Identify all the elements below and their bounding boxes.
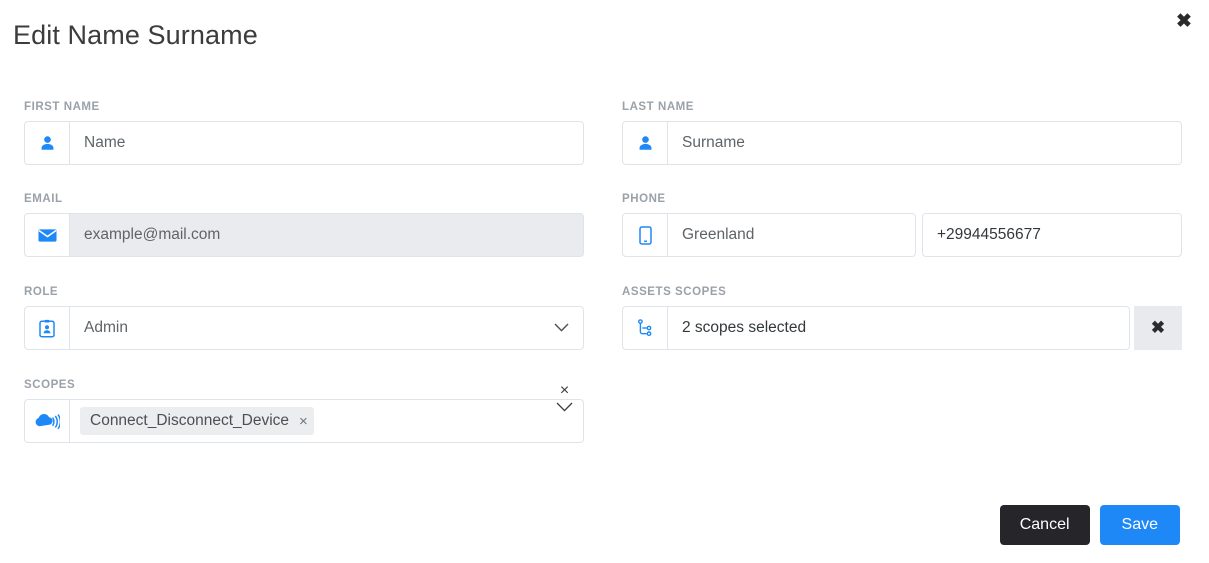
- scopes-multiselect[interactable]: Connect_Disconnect_Device × ×: [70, 383, 584, 443]
- chevron-down-icon[interactable]: [556, 402, 573, 412]
- field-first-name: FIRST NAME Name: [24, 100, 584, 165]
- first-name-control: Name: [24, 121, 584, 165]
- phone-number-input[interactable]: +29944556677: [922, 213, 1182, 257]
- scopes-tools: ×: [556, 383, 573, 412]
- first-name-label: FIRST NAME: [24, 101, 100, 113]
- assets-scopes-value[interactable]: 2 scopes selected: [668, 306, 1130, 350]
- field-role: ROLE Admin: [24, 285, 584, 350]
- chevron-down-icon: [554, 319, 569, 337]
- scopes-clear-icon[interactable]: ×: [560, 383, 569, 399]
- field-phone: PHONE Greenland +29944556677: [622, 192, 1182, 257]
- phone-control: Greenland +29944556677: [622, 213, 1182, 257]
- phone-country-select[interactable]: Greenland: [668, 213, 916, 257]
- assets-scopes-clear-icon[interactable]: ✖: [1134, 306, 1182, 350]
- scope-chip-remove-icon[interactable]: ×: [299, 414, 308, 429]
- email-control: example@mail.com: [24, 213, 584, 257]
- field-last-name: LAST NAME Surname: [622, 100, 1182, 165]
- email-input[interactable]: example@mail.com: [70, 213, 584, 257]
- field-email: EMAIL example@mail.com: [24, 192, 584, 257]
- last-name-input[interactable]: Surname: [668, 121, 1182, 165]
- dialog-footer: Cancel Save: [999, 505, 1180, 545]
- scope-chip-label: Connect_Disconnect_Device: [90, 412, 290, 429]
- scopes-control: Connect_Disconnect_Device × ×: [24, 383, 584, 443]
- role-control: Admin: [24, 306, 584, 350]
- email-label: EMAIL: [24, 193, 63, 205]
- last-name-label: LAST NAME: [622, 101, 695, 113]
- cancel-button[interactable]: Cancel: [999, 505, 1090, 545]
- assets-scopes-label: ASSETS SCOPES: [622, 286, 727, 298]
- envelope-icon: [24, 213, 70, 257]
- assets-scopes-control: 2 scopes selected ✖: [622, 306, 1182, 350]
- field-scopes: SCOPES Connect_Disconnect_Device × ×: [24, 378, 584, 443]
- phone-label: PHONE: [622, 193, 666, 205]
- page-title: Edit Name Surname: [13, 20, 258, 50]
- save-button[interactable]: Save: [1099, 505, 1180, 545]
- user-icon: [622, 121, 668, 165]
- scope-chip: Connect_Disconnect_Device ×: [80, 407, 314, 435]
- role-label: ROLE: [24, 286, 59, 298]
- user-icon: [24, 121, 70, 165]
- field-assets-scopes: ASSETS SCOPES 2 scopes selected ✖: [622, 285, 1182, 350]
- edit-user-dialog: ✖ Edit Name Surname FIRST NAME Name EMAI…: [0, 0, 1209, 563]
- id-badge-icon: [24, 306, 70, 350]
- scopes-label: SCOPES: [24, 379, 76, 391]
- close-icon[interactable]: ✖: [1171, 8, 1197, 34]
- sitemap-icon: [622, 306, 668, 350]
- role-select[interactable]: Admin: [70, 306, 584, 350]
- cloud-signal-icon: [24, 399, 70, 443]
- mobile-phone-icon: [622, 213, 668, 257]
- last-name-control: Surname: [622, 121, 1182, 165]
- first-name-input[interactable]: Name: [70, 121, 584, 165]
